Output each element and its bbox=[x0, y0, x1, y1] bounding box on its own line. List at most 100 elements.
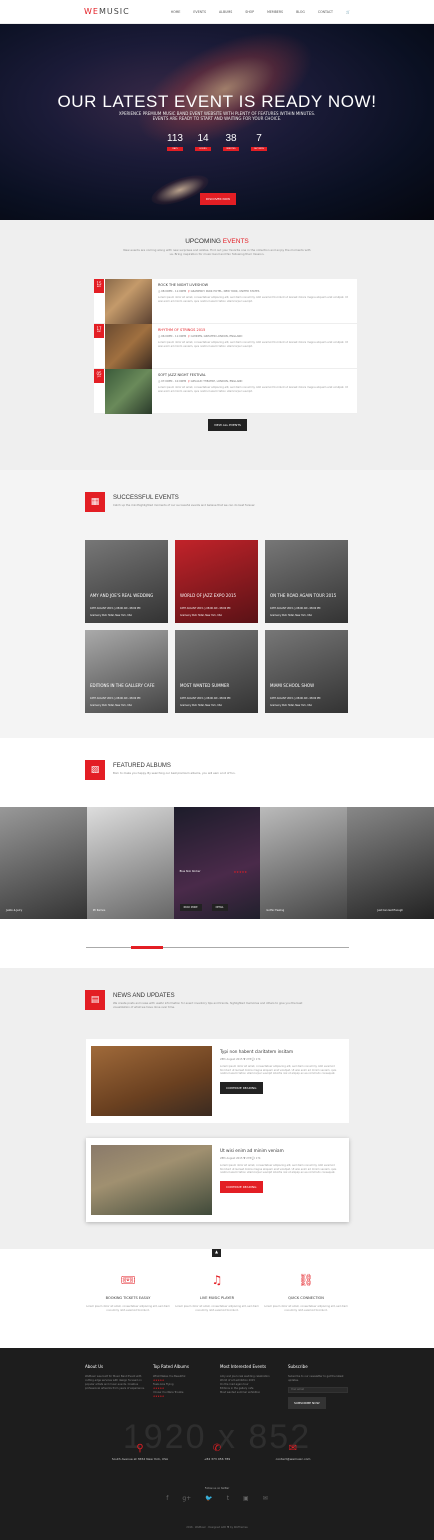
email-icon[interactable]: ✉ bbox=[263, 1495, 268, 1502]
card-title: MIAMI SCHOOL SHOW bbox=[270, 683, 315, 688]
mail-icon: ✉ bbox=[288, 1443, 298, 1454]
countdown-value: 14 bbox=[197, 133, 209, 144]
logo[interactable]: WEMUSIC bbox=[84, 7, 130, 16]
newspaper-icon: ▤ bbox=[85, 990, 105, 1010]
event-time: 07:00PM - 10:00PM bbox=[161, 380, 187, 383]
instagram-icon[interactable]: ▣ bbox=[243, 1495, 249, 1502]
facebook-icon[interactable]: f bbox=[166, 1495, 168, 1502]
carousel-scrollbar[interactable] bbox=[86, 946, 349, 949]
title-part: UPCOMING bbox=[185, 238, 223, 245]
countdown-hours: 14 HOURS bbox=[195, 133, 211, 151]
album-card-active[interactable]: Blue Skin Rocker ★★★★★ READ MORE DETAIL bbox=[173, 807, 261, 919]
map-pin-icon: ⚲ bbox=[136, 1443, 144, 1454]
event-card[interactable]: EDITIONS IN THE GALLERY CAFE 16TH AUGUST … bbox=[85, 630, 168, 713]
event-title[interactable]: ROCK THE NIGHT LIVESHOW bbox=[158, 283, 351, 287]
read-more-button[interactable]: READ MORE bbox=[179, 904, 202, 911]
event-place: GRAMERCY PARK HOTEL, NEW YORK, UNITED ST… bbox=[190, 290, 260, 293]
event-item[interactable]: 17 MAY RHYTHM OF STRINGS 2015 ◷ 06:00PM -… bbox=[94, 324, 357, 369]
card-meta: 16TH AUGUST 2015 ◷ 08:00 AM - 08:00 PM bbox=[180, 697, 231, 700]
view-all-events-button[interactable]: VIEW ALL EVENTS bbox=[208, 419, 247, 431]
event-desc: Lorem ipsum dolor sit amet, consectetuer… bbox=[158, 296, 348, 303]
section-header: ▤ NEWS AND UPDATES We create posts and ne… bbox=[85, 990, 434, 1010]
event-body: ROCK THE NIGHT LIVESHOW ◷ 08:00PM - 11:0… bbox=[152, 279, 357, 323]
card-meta: 16TH AUGUST 2015 ◷ 08:00 AM - 08:00 PM bbox=[90, 607, 141, 610]
image-icon: ▨ bbox=[85, 760, 105, 780]
card-location: Gramercy Park Hotel, New York, USA bbox=[180, 614, 222, 617]
event-month: MAY bbox=[96, 331, 102, 333]
google-plus-icon[interactable]: g+ bbox=[182, 1495, 191, 1502]
album-carousel: Justin & Jerry Mr Ramos Blue Skin Rocker… bbox=[0, 807, 434, 919]
address-text: South Avenue at 3652 New York, USA bbox=[111, 1457, 169, 1461]
section-header: ▦ SUCCESSFUL EVENTS Catch up the mindhigh… bbox=[85, 492, 434, 512]
event-card[interactable]: MIAMI SCHOOL SHOW 16TH AUGUST 2015 ◷ 08:0… bbox=[265, 630, 348, 713]
post-title[interactable]: Ut wisi enim ad minim veniam bbox=[220, 1148, 344, 1153]
event-card[interactable]: AMY AND JOE'S REAL WEDDING 16TH AUGUST 20… bbox=[85, 540, 168, 623]
album-card[interactable]: Justin & Jerry bbox=[0, 807, 87, 919]
card-meta: 16TH AUGUST 2015 ◷ 08:00 AM - 08:00 PM bbox=[180, 607, 231, 610]
scroll-top-icon[interactable]: ▲ bbox=[212, 1249, 221, 1257]
card-title: EDITIONS IN THE GALLERY CAFE bbox=[90, 683, 155, 688]
detail-button[interactable]: DETAIL bbox=[211, 904, 228, 911]
tumblr-icon[interactable]: t bbox=[227, 1495, 229, 1502]
card-location: Gramercy Park Hotel, New York, USA bbox=[90, 614, 132, 617]
nav-members[interactable]: MEMBERS bbox=[267, 10, 283, 14]
discover-now-button[interactable]: DISCOVER NOW bbox=[200, 193, 237, 205]
successful-events-section: ▦ SUCCESSFUL EVENTS Catch up the mindhigh… bbox=[0, 470, 434, 738]
post-image[interactable] bbox=[91, 1145, 212, 1215]
album-card[interactable]: Gothic Feeling bbox=[260, 807, 348, 919]
event-title[interactable]: RHYTHM OF STRINGS 2015 bbox=[158, 328, 351, 332]
feature-desc: Lorem ipsum dolor sit amet, consectetuer… bbox=[264, 1305, 348, 1312]
post-title[interactable]: Typi non habent claritatem insitam bbox=[220, 1049, 344, 1054]
section-header: ▨ FEATURED ALBUMS Born to make you happy.… bbox=[85, 760, 434, 780]
site-footer: About Us WeMusic was built for Music Ban… bbox=[0, 1348, 434, 1540]
continue-reading-button[interactable]: CONTINUE READING bbox=[220, 1081, 263, 1094]
section-description: Born to make you happy. By searching our… bbox=[113, 771, 236, 775]
link-icon: ⛓ bbox=[298, 1273, 314, 1287]
event-meta: ◷ 08:00PM - 11:00PM ⚲ GRAMERCY PARK HOTE… bbox=[158, 290, 351, 293]
upcoming-events-section: UPCOMING EVENTS New events are coming al… bbox=[0, 220, 434, 470]
cart-icon[interactable]: 🛒 bbox=[346, 10, 350, 14]
footer-top-albums: Top Rated Albums What Makes You Beautifu… bbox=[153, 1364, 213, 1399]
card-title: WORLD OF JAZZ EXPO 2015 bbox=[180, 593, 237, 598]
footer-interested: Most Interested Events Amy and Joe's rea… bbox=[220, 1364, 280, 1395]
countdown-minutes: 38 MINUTES bbox=[223, 133, 239, 151]
album-card[interactable]: Just Can Get Enough bbox=[347, 807, 434, 919]
twitter-icon[interactable]: 🐦 bbox=[205, 1495, 212, 1502]
post-image[interactable] bbox=[91, 1046, 212, 1116]
event-card[interactable]: MOST WANTED SUMMER 16TH AUGUST 2015 ◷ 08:… bbox=[175, 630, 258, 713]
event-image bbox=[105, 369, 152, 414]
subscribe-email-input[interactable]: Your email bbox=[288, 1387, 348, 1393]
album-name: Blue Skin Rocker bbox=[179, 870, 201, 873]
copyright: 2016 · WeMusic · Designed with ♥ by WeTh… bbox=[186, 1526, 248, 1529]
nav-blog[interactable]: BLOG bbox=[296, 10, 305, 14]
album-name: Justin & Jerry bbox=[6, 909, 23, 912]
event-desc: Lorem ipsum dolor sit amet, consectetuer… bbox=[158, 341, 348, 348]
footer-link[interactable]: Most wanted summer exhibition bbox=[220, 1391, 280, 1395]
feature-item: ♫ LIVE MUSIC PLAYER Lorem ipsum dolor si… bbox=[172, 1273, 262, 1312]
event-item[interactable]: 05 JUN SOFT JAZZ NIGHT FESTIVAL ◷ 07:00PM… bbox=[94, 369, 357, 414]
event-place: GIELGUD THEATRE, LONDON, ENGLAND bbox=[190, 380, 243, 383]
nav-contact[interactable]: CONTACT bbox=[318, 10, 333, 14]
post-excerpt: Lorem ipsum dolor sit amet, consectetuer… bbox=[220, 1065, 337, 1076]
continue-reading-button[interactable]: CONTINUE READING bbox=[220, 1180, 263, 1193]
album-card[interactable]: Mr Ramos bbox=[86, 807, 174, 919]
footer-about: About Us WeMusic was built for Music Ban… bbox=[85, 1364, 145, 1391]
album-name: Just Can Get Enough bbox=[377, 909, 403, 912]
nav-shop[interactable]: SHOP bbox=[245, 10, 254, 14]
nav-events[interactable]: EVENTS bbox=[193, 10, 206, 14]
event-card[interactable]: WORLD OF JAZZ EXPO 2015 16TH AUGUST 2015 … bbox=[175, 540, 258, 623]
subscribe-button[interactable]: SUBSCRIBE NOW bbox=[288, 1397, 326, 1409]
email-text[interactable]: contact@wemusic.com bbox=[253, 1457, 333, 1461]
event-item[interactable]: 15 APR ROCK THE NIGHT LIVESHOW ◷ 08:00PM … bbox=[94, 279, 357, 324]
event-desc: Lorem ipsum dolor sit amet, consectetuer… bbox=[158, 386, 348, 393]
event-card[interactable]: ON THE ROAD AGAIN TOUR 2015 16TH AUGUST 2… bbox=[265, 540, 348, 623]
nav-albums[interactable]: ALBUMS bbox=[219, 10, 232, 14]
event-title[interactable]: SOFT JAZZ NIGHT FESTIVAL bbox=[158, 373, 351, 377]
carousel-scroll-thumb[interactable] bbox=[131, 946, 163, 949]
footer-phone: ✆ +84 373 456 789 bbox=[177, 1443, 257, 1461]
social-links: f g+ 🐦 t ▣ ✉ bbox=[0, 1495, 434, 1502]
section-description: Catch up the mindhighlighted moments of … bbox=[113, 503, 256, 507]
nav-home[interactable]: HOME bbox=[171, 10, 181, 14]
footer-address: ⚲ South Avenue at 3652 New York, USA bbox=[100, 1443, 180, 1461]
event-date-badge: 17 MAY bbox=[94, 324, 104, 338]
